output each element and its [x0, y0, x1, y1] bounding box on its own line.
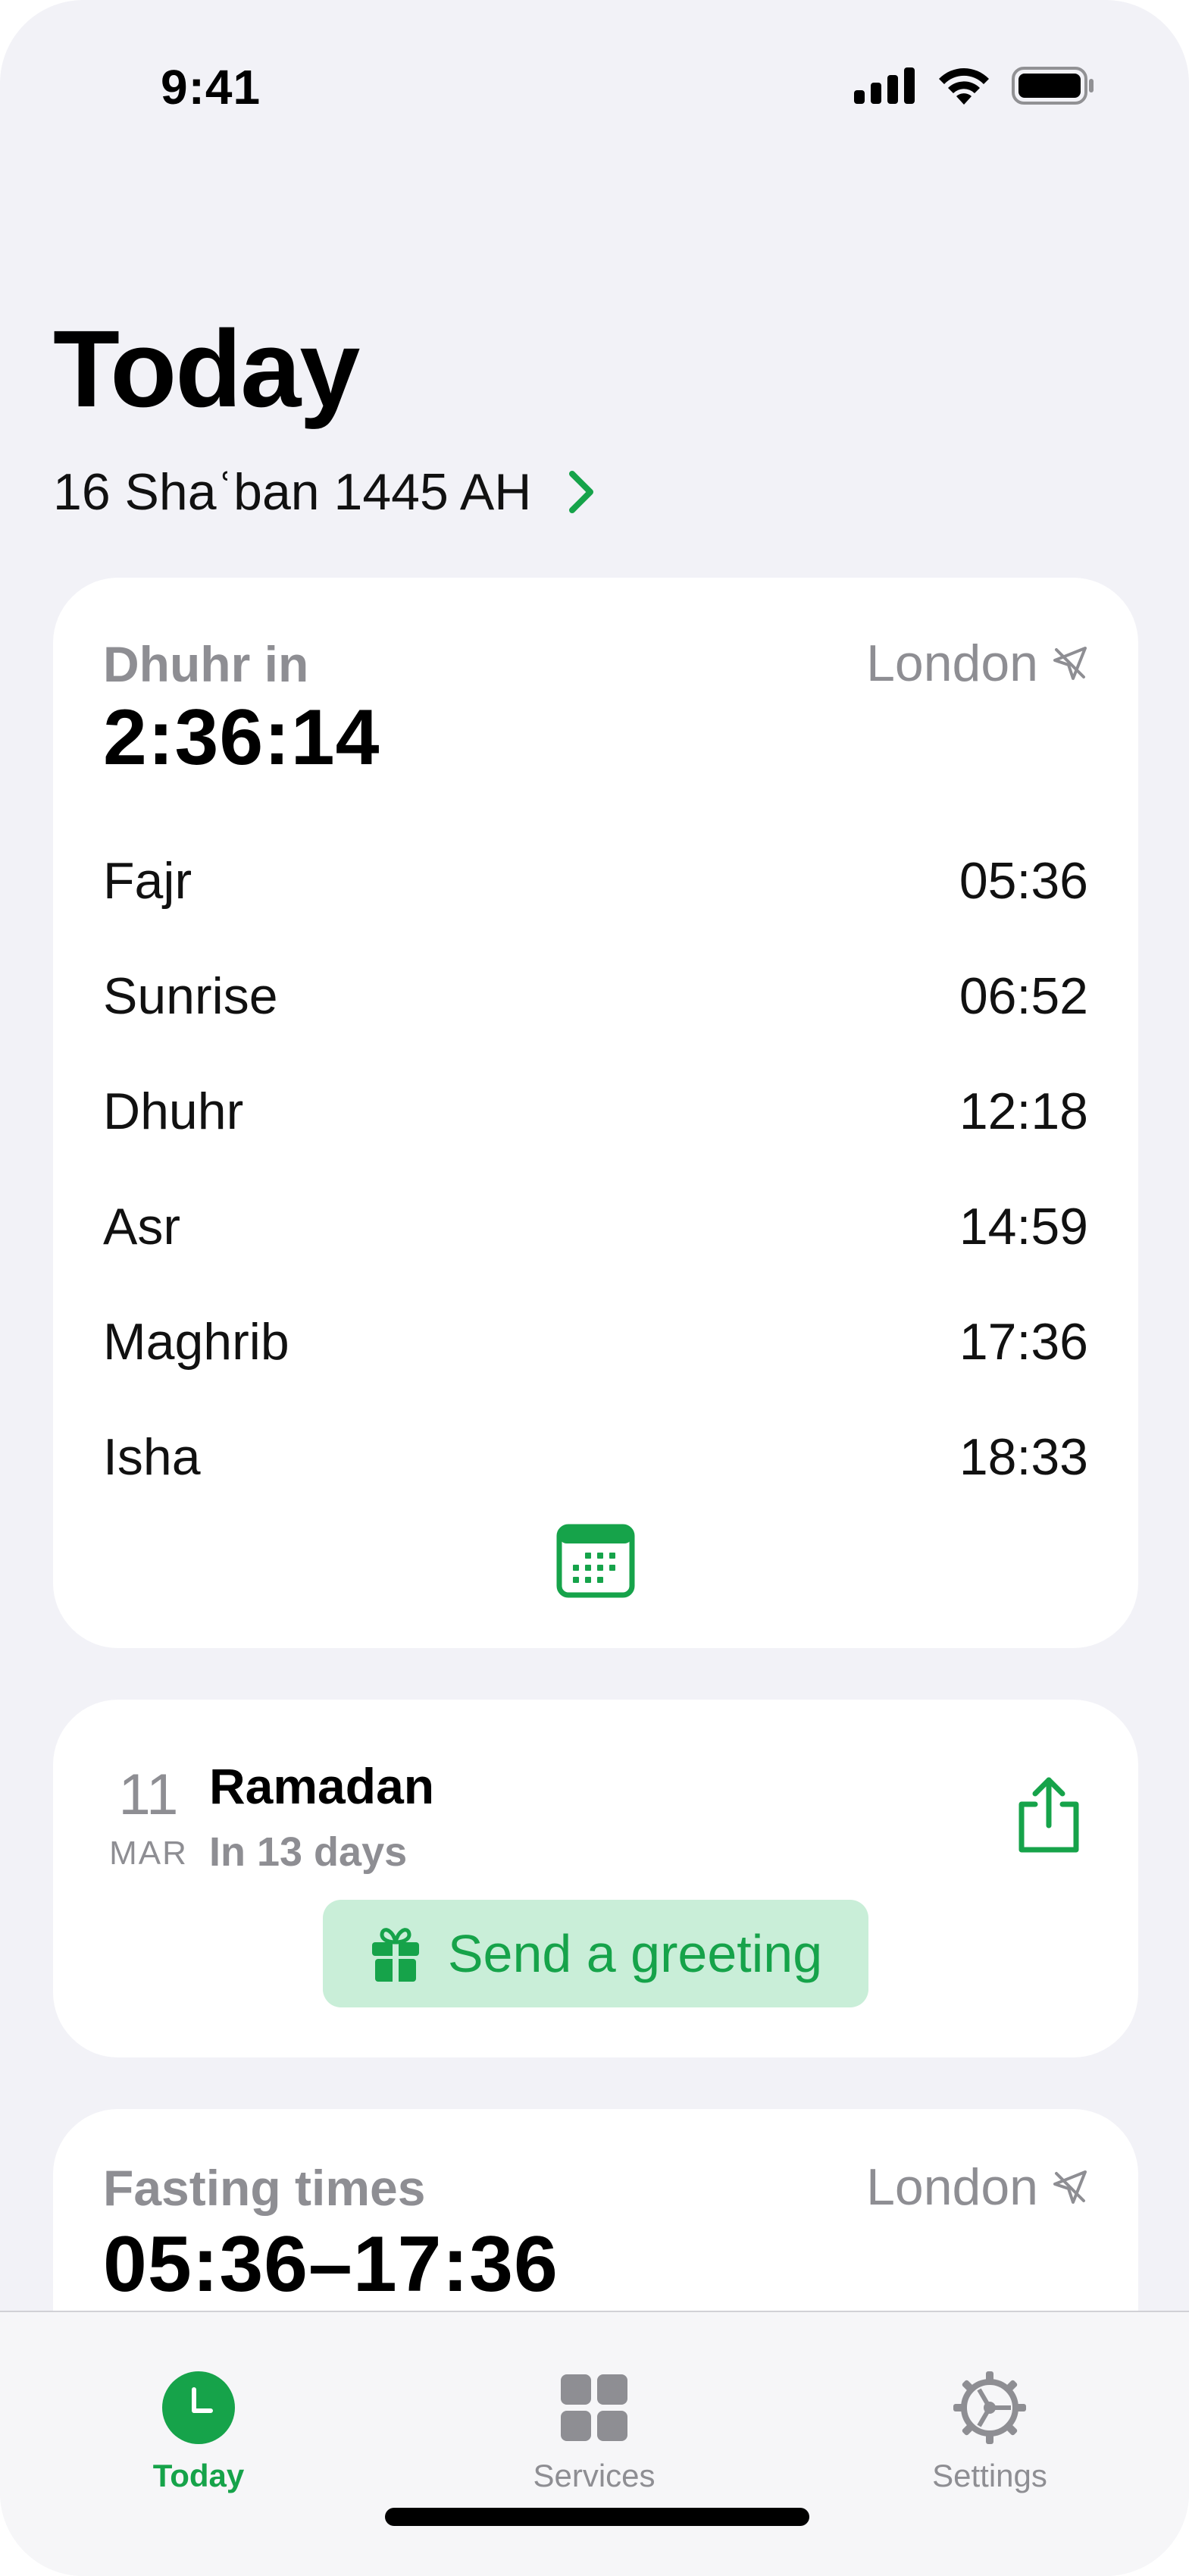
status-time: 9:41	[161, 60, 261, 114]
tab-label: Services	[533, 2458, 656, 2493]
prayer-row-isha: Isha 18:33	[103, 1419, 1088, 1495]
prayer-row-maghrib: Maghrib 17:36	[103, 1304, 1088, 1380]
event-day: 11	[118, 1763, 179, 1827]
prayer-time: 06:52	[959, 967, 1088, 1025]
fasting-times: 05:36–17:36	[103, 2220, 559, 2308]
prayer-name: Isha	[103, 1428, 201, 1486]
gift-icon	[371, 1928, 419, 1982]
fasting-label: Fasting times	[103, 2160, 426, 2216]
prayer-row-dhuhr: Dhuhr 12:18	[103, 1073, 1088, 1149]
prayer-row-fajr: Fajr 05:36	[103, 843, 1088, 919]
upcoming-event-card: 11 MAR Ramadan In 13 days Send a greetin…	[53, 1700, 1138, 2057]
signal-icon	[854, 67, 915, 104]
clock-icon	[162, 2371, 235, 2444]
countdown-timer: 2:36:14	[103, 694, 380, 782]
wifi-icon	[939, 68, 989, 105]
tab-label: Settings	[932, 2458, 1047, 2493]
home-indicator[interactable]	[385, 2508, 809, 2526]
status-icons	[854, 67, 1095, 105]
share-icon[interactable]	[1014, 1775, 1084, 1854]
prayer-time: 12:18	[959, 1083, 1088, 1140]
location-label: London	[866, 2158, 1038, 2216]
countdown-label: Dhuhr in	[103, 636, 309, 692]
prayer-time: 18:33	[959, 1428, 1088, 1486]
prayer-row-sunrise: Sunrise 06:52	[103, 958, 1088, 1034]
prayer-name: Asr	[103, 1198, 180, 1255]
page-title: Today	[53, 308, 360, 430]
tab-bar: Today Services Settings	[0, 2311, 1189, 2576]
prayer-time: 17:36	[959, 1313, 1088, 1371]
hijri-date-link[interactable]: 16 Shaʿban 1445 AH	[53, 462, 595, 522]
battery-icon	[1012, 67, 1094, 105]
send-greeting-label: Send a greeting	[447, 1924, 823, 1983]
calendar-icon[interactable]	[556, 1521, 635, 1600]
prayer-time: 05:36	[959, 852, 1088, 910]
phone-screen: 9:41 Today 16 Shaʿban 1445 AH Dhuhr in 2…	[0, 0, 1189, 2576]
prayer-name: Maghrib	[103, 1313, 289, 1371]
tab-settings[interactable]: Settings	[876, 2312, 1103, 2502]
grid-icon	[561, 2374, 627, 2441]
tab-services[interactable]: Services	[480, 2312, 708, 2502]
send-greeting-button[interactable]: Send a greeting	[323, 1900, 868, 2007]
location-arrow-icon	[1053, 2170, 1087, 2204]
event-month: MAR	[109, 1835, 188, 1872]
event-title: Ramadan	[209, 1758, 435, 1814]
fasting-location-selector[interactable]: London	[866, 2158, 1088, 2217]
prayer-times-card: Dhuhr in 2:36:14 London Fajr 05:36 Sunri…	[53, 578, 1138, 1648]
location-arrow-icon	[1053, 647, 1087, 680]
prayer-name: Dhuhr	[103, 1083, 244, 1140]
prayer-name: Sunrise	[103, 967, 278, 1025]
chevron-right-icon	[569, 471, 594, 513]
hijri-date: 16 Shaʿban 1445 AH	[53, 463, 532, 521]
prayer-row-asr: Asr 14:59	[103, 1189, 1088, 1264]
event-subtitle: In 13 days	[209, 1829, 408, 1875]
gear-icon	[953, 2371, 1026, 2444]
tab-today[interactable]: Today	[85, 2312, 312, 2502]
location-selector[interactable]: London	[866, 634, 1088, 693]
prayer-time: 14:59	[959, 1198, 1088, 1255]
location-label: London	[866, 635, 1038, 692]
prayer-name: Fajr	[103, 852, 192, 910]
tab-label: Today	[152, 2458, 245, 2493]
